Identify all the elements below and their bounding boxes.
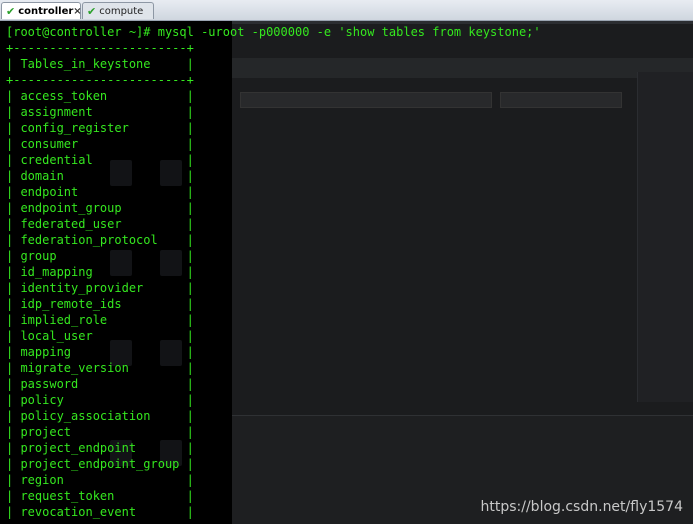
table-row: | federation_protocol | [6,233,194,247]
table-row: | password | [6,377,194,391]
table-row: | endpoint | [6,185,194,199]
table-row: | policy | [6,393,194,407]
table-row: | local_user | [6,329,194,343]
table-row: | project | [6,425,194,439]
table-row: | mapping | [6,345,194,359]
table-row: | group | [6,249,194,263]
table-row: | migrate_version | [6,361,194,375]
tab-compute-label: compute [99,5,144,17]
table-row: | idp_remote_ids | [6,297,194,311]
table-row: | revocation_event | [6,505,194,519]
tab-controller-label: controller [18,5,74,17]
table-row: | identity_provider | [6,281,194,295]
terminal-console[interactable]: [root@controller ~]# mysql -uroot -p0000… [0,20,693,523]
table-row: | assignment | [6,105,194,119]
table-row: | access_token | [6,89,194,103]
table-row: | id_mapping | [6,265,194,279]
table-border-top: +------------------------+ [6,41,194,55]
watermark-text: https://blog.csdn.net/fly1574 [480,499,684,515]
table-row: | consumer | [6,137,194,151]
table-row: | policy_association | [6,409,194,423]
table-row: | domain | [6,169,194,183]
connected-check-icon: ✔ [87,4,97,18]
table-row: | config_register | [6,121,194,135]
table-row: | project_endpoint | [6,441,194,455]
session-tab-bar: ✔ controller × ✔ compute [0,0,693,21]
table-row: | region | [6,473,194,487]
table-row: | request_token | [6,489,194,503]
table-border-middle: +------------------------+ [6,73,194,87]
connected-check-icon: ✔ [6,4,16,18]
table-row: | implied_role | [6,313,194,327]
table-row: | project_endpoint_group | [6,457,194,471]
tab-compute[interactable]: ✔ compute [82,2,154,19]
command-prompt-line: [root@controller ~]# mysql -uroot -p0000… [6,25,541,39]
table-row: | federated_user | [6,217,194,231]
close-icon[interactable]: × [73,6,81,17]
table-header-row: | Tables_in_keystone | [6,57,194,71]
table-row: | credential | [6,153,194,167]
tab-controller[interactable]: ✔ controller × [1,2,82,19]
table-row: | endpoint_group | [6,201,194,215]
